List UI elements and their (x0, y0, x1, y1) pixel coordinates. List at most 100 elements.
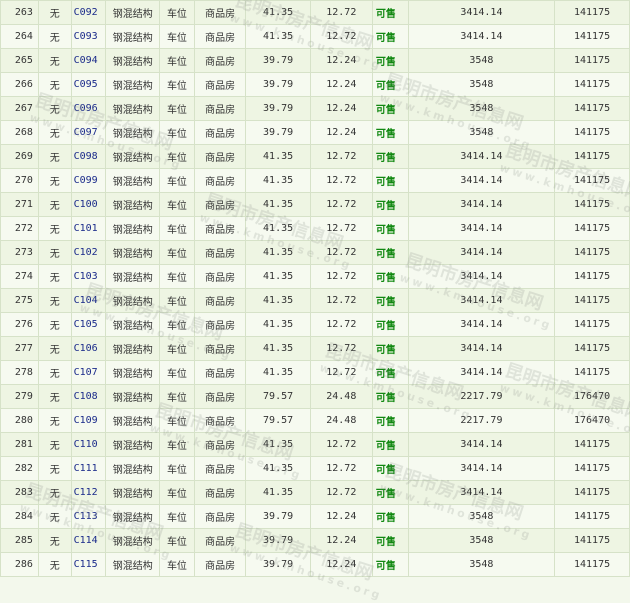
structure-type: 钢混结构 (105, 432, 161, 457)
unit-code-link[interactable]: C095 (70, 72, 107, 97)
unit-code-link[interactable]: C093 (70, 24, 107, 49)
inner-area: 12.24 (309, 48, 373, 73)
unit-code-link[interactable]: C106 (70, 336, 107, 361)
unit-code-link[interactable]: C114 (70, 528, 107, 553)
building-area: 41.35 (245, 0, 311, 25)
usage-type: 车位 (159, 0, 195, 25)
unit-price: 3414.14 (407, 336, 556, 361)
unit-price: 3548 (407, 120, 556, 145)
building-area: 39.79 (245, 528, 311, 553)
structure-type: 钢混结构 (105, 480, 161, 505)
unit-price: 3414.14 (407, 0, 556, 25)
total-price: 141175 (554, 288, 630, 313)
room-flag: 无 (37, 288, 72, 313)
room-flag: 无 (37, 432, 72, 457)
sale-status-badge: 可售 (371, 288, 409, 313)
unit-code-link[interactable]: C112 (70, 480, 107, 505)
room-flag: 无 (37, 48, 72, 73)
row-number: 264 (0, 24, 39, 49)
usage-type: 车位 (159, 288, 195, 313)
row-number: 272 (0, 216, 39, 241)
table-row: 285 无 C114 钢混结构 车位 商品房 39.79 12.24 可售 3548 141175 (0, 528, 630, 553)
inner-area: 12.72 (309, 360, 373, 385)
property-nature: 商品房 (193, 408, 247, 433)
structure-type: 钢混结构 (105, 24, 161, 49)
table-row: 278 无 C107 钢混结构 车位 商品房 41.35 12.72 可售 3414.14 1411… (0, 360, 630, 385)
room-flag: 无 (37, 528, 72, 553)
unit-code-link[interactable]: C098 (70, 144, 107, 169)
room-flag: 无 (37, 312, 72, 337)
building-area: 39.79 (245, 120, 311, 145)
unit-price: 3548 (407, 528, 556, 553)
unit-code-link[interactable]: C103 (70, 264, 107, 289)
unit-code-link[interactable]: C096 (70, 96, 107, 121)
usage-type: 车位 (159, 144, 195, 169)
inner-area: 12.72 (309, 144, 373, 169)
row-number: 279 (0, 384, 39, 409)
row-number: 285 (0, 528, 39, 553)
room-flag: 无 (37, 336, 72, 361)
sale-status-badge: 可售 (371, 504, 409, 529)
unit-code-link[interactable]: C100 (70, 192, 107, 217)
structure-type: 钢混结构 (105, 96, 161, 121)
property-nature: 商品房 (193, 360, 247, 385)
unit-price: 3414.14 (407, 24, 556, 49)
room-flag: 无 (37, 504, 72, 529)
usage-type: 车位 (159, 24, 195, 49)
usage-type: 车位 (159, 384, 195, 409)
unit-price: 3548 (407, 552, 556, 577)
unit-code-link[interactable]: C102 (70, 240, 107, 265)
building-area: 39.79 (245, 96, 311, 121)
room-flag: 无 (37, 216, 72, 241)
building-area: 41.35 (245, 312, 311, 337)
room-flag: 无 (37, 456, 72, 481)
unit-code-link[interactable]: C108 (70, 384, 107, 409)
property-nature: 商品房 (193, 144, 247, 169)
unit-code-link[interactable]: C110 (70, 432, 107, 457)
usage-type: 车位 (159, 336, 195, 361)
property-nature: 商品房 (193, 288, 247, 313)
unit-code-link[interactable]: C099 (70, 168, 107, 193)
usage-type: 车位 (159, 72, 195, 97)
unit-price: 3548 (407, 48, 556, 73)
total-price: 141175 (554, 144, 630, 169)
unit-code-link[interactable]: C109 (70, 408, 107, 433)
property-nature: 商品房 (193, 24, 247, 49)
unit-code-link[interactable]: C111 (70, 456, 107, 481)
table-row: 276 无 C105 钢混结构 车位 商品房 41.35 12.72 可售 3414.14 1411… (0, 312, 630, 337)
total-price: 141175 (554, 72, 630, 97)
usage-type: 车位 (159, 552, 195, 577)
row-number: 267 (0, 96, 39, 121)
total-price: 141175 (554, 552, 630, 577)
unit-price: 3414.14 (407, 312, 556, 337)
room-flag: 无 (37, 168, 72, 193)
building-area: 41.35 (245, 288, 311, 313)
unit-code-link[interactable]: C107 (70, 360, 107, 385)
unit-code-link[interactable]: C101 (70, 216, 107, 241)
unit-code-link[interactable]: C094 (70, 48, 107, 73)
unit-price: 3414.14 (407, 480, 556, 505)
unit-code-link[interactable]: C105 (70, 312, 107, 337)
unit-code-link[interactable]: C097 (70, 120, 107, 145)
structure-type: 钢混结构 (105, 144, 161, 169)
row-number: 275 (0, 288, 39, 313)
table-row: 264 无 C093 钢混结构 车位 商品房 41.35 12.72 可售 3414.14 1411… (0, 24, 630, 49)
unit-code-link[interactable]: C115 (70, 552, 107, 577)
building-area: 79.57 (245, 408, 311, 433)
unit-price: 3414.14 (407, 240, 556, 265)
table-row: 277 无 C106 钢混结构 车位 商品房 41.35 12.72 可售 3414.14 1411… (0, 336, 630, 361)
total-price: 141175 (554, 96, 630, 121)
usage-type: 车位 (159, 48, 195, 73)
total-price: 141175 (554, 216, 630, 241)
structure-type: 钢混结构 (105, 360, 161, 385)
property-nature: 商品房 (193, 312, 247, 337)
room-flag: 无 (37, 264, 72, 289)
property-nature: 商品房 (193, 192, 247, 217)
inner-area: 12.72 (309, 0, 373, 25)
table-row: 283 无 C112 钢混结构 车位 商品房 41.35 12.72 可售 3414.14 1411… (0, 480, 630, 505)
unit-code-link[interactable]: C113 (70, 504, 107, 529)
row-number: 284 (0, 504, 39, 529)
unit-code-link[interactable]: C092 (70, 0, 107, 25)
total-price: 141175 (554, 192, 630, 217)
unit-code-link[interactable]: C104 (70, 288, 107, 313)
